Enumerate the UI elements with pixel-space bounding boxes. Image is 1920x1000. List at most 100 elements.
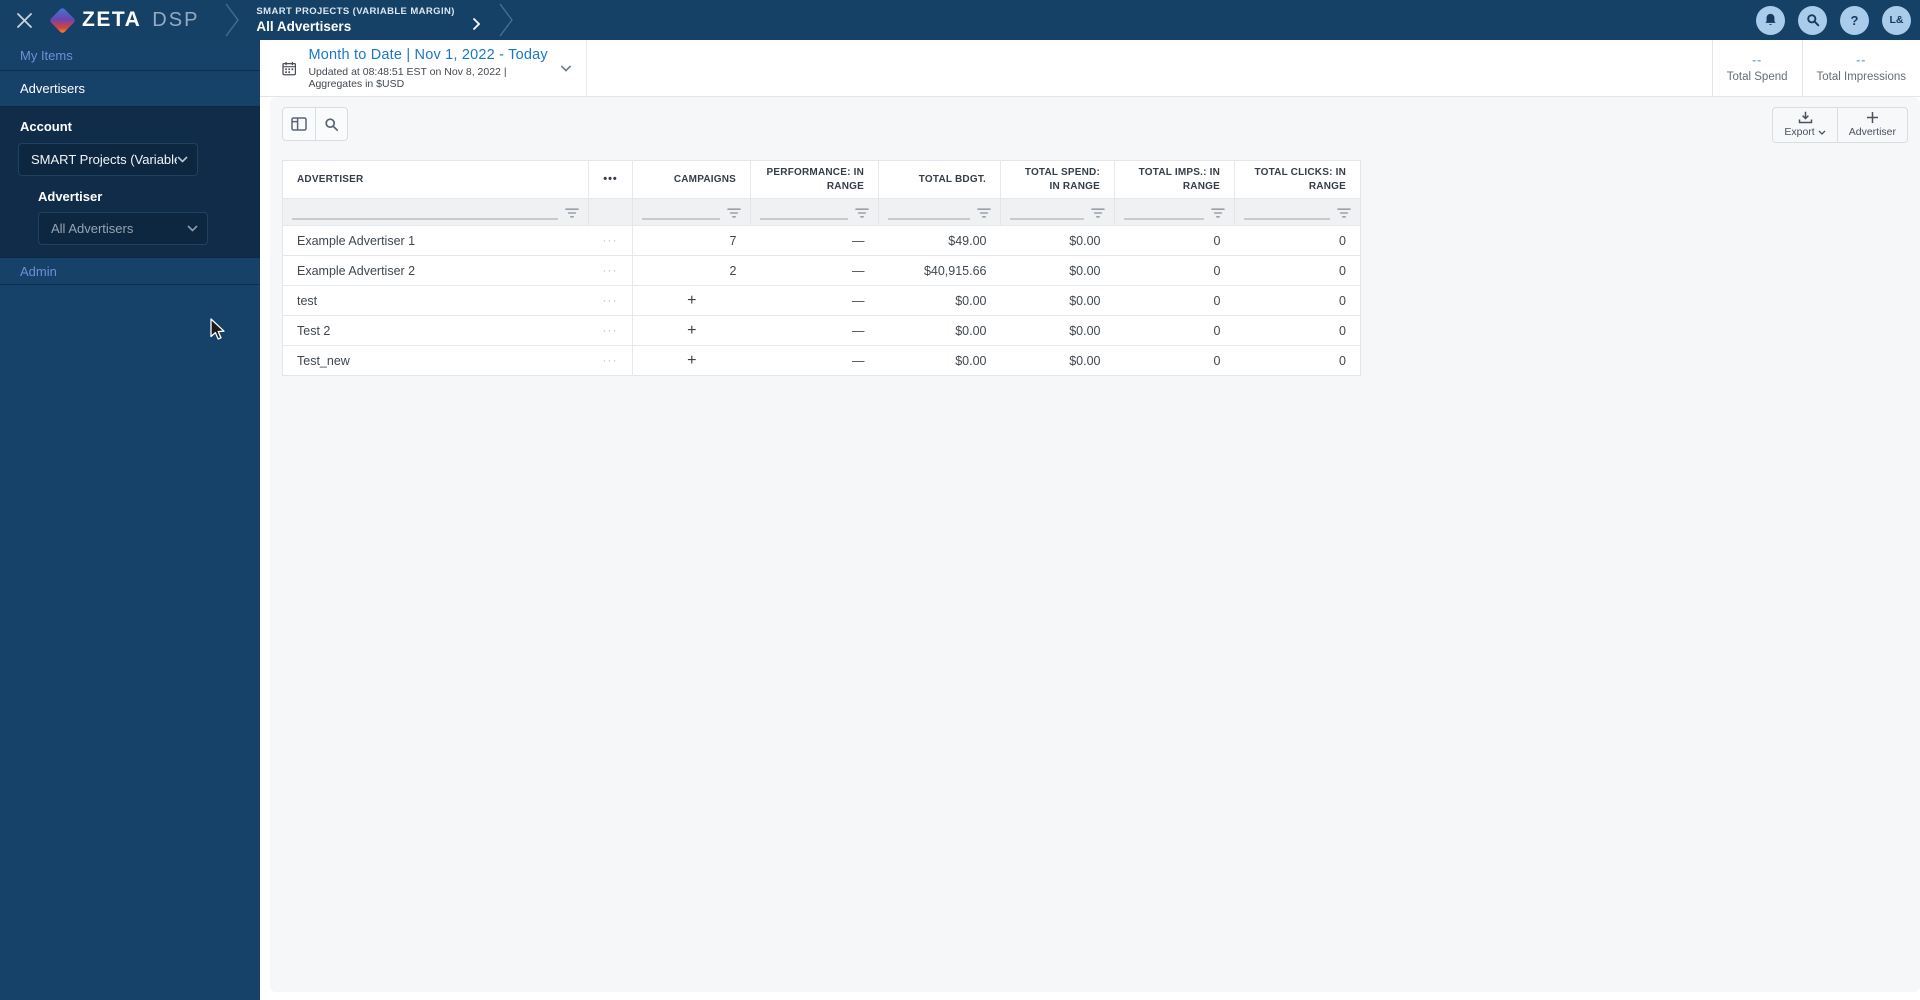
account-select[interactable]: SMART Projects (Variable M... (18, 143, 198, 176)
advertiser-name-cell[interactable]: test (282, 285, 589, 316)
global-search-button[interactable] (1798, 5, 1827, 35)
filter-cell-total-imps (1114, 198, 1235, 226)
add-campaign-button[interactable]: + (633, 346, 751, 376)
chevron-down-icon[interactable] (560, 64, 572, 73)
export-label: Export (1784, 126, 1815, 138)
total-imps-cell: 0 (1213, 353, 1221, 368)
filter-row (282, 198, 1361, 226)
chevron-down-icon (187, 225, 198, 232)
account-section: Account SMART Projects (Variable M... Ad… (0, 106, 260, 258)
total-spend-cell: $0.00 (1000, 315, 1115, 346)
top-navigation-bar: ZETA DSP SMART PROJECTS (VARIABLE MARGIN… (0, 0, 1920, 40)
filter-input-total-budget[interactable] (888, 218, 970, 220)
total-spend-cell: $0.00 (1000, 255, 1115, 286)
total-budget-cell: $0.00 (878, 285, 1001, 316)
advertiser-name-cell[interactable]: Test 2 (282, 315, 589, 346)
column-header-total-clicks[interactable]: TOTAL CLICKS: IN RANGE (1234, 160, 1361, 199)
filter-input-campaigns[interactable] (642, 218, 720, 220)
filter-input-advertiser[interactable] (292, 218, 558, 220)
total-spend-stat: -- Total Spend (1711, 40, 1802, 96)
table-row[interactable]: Example Advertiser 1 ··· 7 — $49.00 $0.0… (282, 225, 1361, 256)
total-imps-cell: 0 (1114, 285, 1235, 316)
filter-input-performance[interactable] (760, 218, 848, 220)
add-campaign-button[interactable]: + (632, 315, 751, 346)
column-header-total-budget[interactable]: TOTAL BDGT. (878, 160, 1001, 199)
sidebar-item-my-items[interactable]: My Items (0, 40, 260, 71)
download-icon (1798, 111, 1812, 124)
breadcrumb-divider-icon (499, 3, 513, 37)
date-range-picker[interactable]: Month to Date | Nov 1, 2022 - Today Upda… (260, 40, 587, 96)
export-button[interactable]: Export (1773, 108, 1836, 142)
content-panel: Export Advertiser ADVERTISER ••• CAMPAIG… (270, 97, 1920, 992)
total-impressions-label: Total Impressions (1816, 71, 1906, 83)
table-row[interactable]: Test_new ··· + — $0.00 $0.00 0 0 (283, 345, 1361, 376)
sidebar-my-items-label: My Items (20, 47, 73, 63)
advertiser-select[interactable]: All Advertisers (38, 212, 208, 245)
help-button[interactable]: ? (1840, 5, 1869, 35)
total-budget-cell: $0.00 (878, 315, 1001, 346)
total-spend-value: -- (1752, 53, 1763, 67)
advertiser-name-cell[interactable]: Example Advertiser 1 (282, 225, 589, 256)
bell-icon (1765, 13, 1776, 26)
row-menu-button[interactable]: ··· (588, 225, 633, 256)
sidebar-item-admin[interactable]: Admin (0, 258, 260, 285)
column-header-total-spend[interactable]: TOTAL SPEND: IN RANGE (1000, 160, 1115, 199)
filter-input-total-clicks[interactable] (1244, 218, 1330, 220)
table-row[interactable]: Example Advertiser 2 ··· 2 — $40,915.66 … (282, 255, 1361, 286)
question-mark-icon: ? (1850, 12, 1859, 28)
breadcrumb-current[interactable]: SMART PROJECTS (VARIABLE MARGIN) All Adv… (256, 6, 488, 34)
filter-icon[interactable] (1337, 208, 1351, 219)
column-header-campaigns[interactable]: CAMPAIGNS (632, 160, 751, 199)
advertisers-table: ADVERTISER ••• CAMPAIGNS PERFORMANCE: IN… (282, 160, 1361, 376)
advertiser-select-value: All Advertisers (51, 221, 134, 236)
column-header-total-imps[interactable]: TOTAL IMPS.: IN RANGE (1114, 160, 1235, 199)
total-impressions-stat: -- Total Impressions (1801, 40, 1920, 96)
row-menu-button[interactable]: ··· (588, 345, 633, 376)
filter-icon[interactable] (565, 208, 579, 219)
date-range-texts: Month to Date | Nov 1, 2022 - Today Upda… (308, 47, 560, 90)
column-header-menu[interactable]: ••• (588, 160, 633, 199)
performance-cell: — (750, 285, 879, 316)
breadcrumb: SMART PROJECTS (VARIABLE MARGIN) All Adv… (225, 3, 513, 37)
table-search-button[interactable] (315, 108, 347, 140)
date-range-title: Month to Date | Nov 1, 2022 - Today (308, 46, 548, 63)
breadcrumb-expand-icon[interactable] (472, 17, 481, 31)
advertiser-name-cell[interactable]: Test_new (283, 346, 589, 376)
user-avatar[interactable]: L& (1882, 5, 1911, 35)
column-header-advertiser[interactable]: ADVERTISER (282, 160, 589, 199)
filter-input-total-spend[interactable] (1010, 218, 1084, 220)
zeta-dsp-logo[interactable]: ZETA DSP (45, 6, 199, 34)
row-menu-button[interactable]: ··· (588, 285, 633, 316)
row-menu-button[interactable]: ··· (588, 255, 633, 286)
zeta-diamond-icon (49, 6, 76, 34)
advertisers-table-wrap: ADVERTISER ••• CAMPAIGNS PERFORMANCE: IN… (282, 160, 1920, 376)
filter-icon[interactable] (1091, 208, 1105, 219)
filter-icon[interactable] (1211, 208, 1225, 219)
add-campaign-button[interactable]: + (632, 285, 751, 316)
table-row[interactable]: test ··· + — $0.00 $0.00 0 0 (282, 285, 1361, 316)
add-advertiser-button[interactable]: Advertiser (1836, 108, 1907, 142)
filter-icon[interactable] (727, 208, 741, 219)
close-icon[interactable] (13, 9, 35, 31)
caret-down-icon (1818, 130, 1826, 135)
search-icon (325, 117, 339, 131)
calendar-icon (282, 61, 297, 75)
date-bar: Month to Date | Nov 1, 2022 - Today Upda… (260, 40, 1920, 97)
add-advertiser-label: Advertiser (1848, 126, 1896, 138)
plus-icon (1866, 112, 1878, 123)
filter-cell-total-clicks (1234, 198, 1361, 226)
row-menu-button[interactable]: ··· (588, 315, 633, 346)
filter-input-total-imps[interactable] (1124, 218, 1204, 220)
sidebar-item-advertisers[interactable]: Advertisers (0, 71, 260, 106)
notifications-button[interactable] (1756, 5, 1785, 35)
sidebar-advertisers-label: Advertisers (20, 81, 86, 96)
column-header-performance[interactable]: PERFORMANCE: IN RANGE (750, 160, 879, 199)
filter-icon[interactable] (977, 208, 991, 219)
advertiser-name-cell[interactable]: Example Advertiser 2 (282, 255, 589, 286)
sidebar: My Items Advertisers Account SMART Proje… (0, 40, 260, 1000)
table-row[interactable]: Test 2 ··· + — $0.00 $0.00 0 0 (282, 315, 1361, 346)
performance-cell: — (750, 255, 879, 286)
avatar-initials: L& (1889, 14, 1904, 26)
column-layout-button[interactable] (283, 108, 315, 140)
filter-icon[interactable] (855, 208, 869, 219)
